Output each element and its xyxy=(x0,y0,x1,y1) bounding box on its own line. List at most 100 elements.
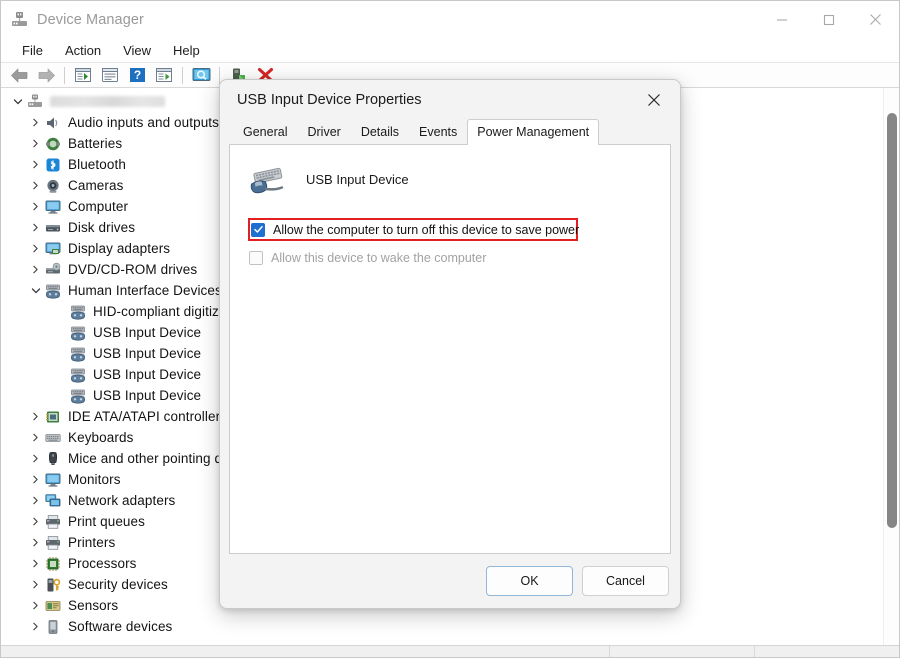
security-device-icon xyxy=(44,577,61,593)
hid-icon xyxy=(69,325,86,341)
menu-item-view[interactable]: View xyxy=(112,41,162,60)
window-title-bar: Device Manager xyxy=(1,1,899,38)
chevron-right-icon[interactable] xyxy=(27,118,44,127)
processor-icon xyxy=(44,556,61,572)
status-bar-main-pane xyxy=(1,646,609,657)
computer-node-icon xyxy=(26,94,43,110)
ide-controller-icon xyxy=(44,409,61,425)
battery-icon xyxy=(44,136,61,152)
device-name-label: USB Input Device xyxy=(306,171,409,187)
chevron-right-icon[interactable] xyxy=(27,244,44,253)
tree-item-label: USB Input Device xyxy=(93,325,202,340)
power-management-tab-panel: USB Input Device Allow the computer to t… xyxy=(229,144,671,554)
tab-details[interactable]: Details xyxy=(351,120,409,144)
close-button[interactable] xyxy=(852,1,899,38)
monitor-icon xyxy=(44,472,61,488)
tab-driver[interactable]: Driver xyxy=(297,120,350,144)
menu-bar: File Action View Help xyxy=(1,38,899,63)
chevron-right-icon[interactable] xyxy=(27,160,44,169)
tree-item-label: Bluetooth xyxy=(68,157,126,172)
chevron-right-icon[interactable] xyxy=(27,517,44,526)
minimize-button[interactable] xyxy=(758,1,805,38)
tree-item-label: Audio inputs and outputs xyxy=(68,115,220,130)
chevron-right-icon[interactable] xyxy=(27,181,44,190)
chevron-down-icon[interactable] xyxy=(27,286,44,296)
allow-wake-computer-checkbox xyxy=(249,251,263,265)
chevron-right-icon[interactable] xyxy=(27,223,44,232)
usb-input-device-icon xyxy=(250,167,284,194)
hid-icon xyxy=(69,346,86,362)
hid-icon xyxy=(69,367,86,383)
window-title: Device Manager xyxy=(37,11,144,28)
tree-item-software-devices[interactable]: Software devices xyxy=(1,616,883,637)
chevron-right-icon[interactable] xyxy=(27,496,44,505)
optical-drive-icon xyxy=(44,262,61,278)
chevron-right-icon[interactable] xyxy=(27,454,44,463)
status-bar-pane-3 xyxy=(754,646,899,657)
chevron-right-icon[interactable] xyxy=(27,580,44,589)
chevron-right-icon[interactable] xyxy=(27,412,44,421)
tree-item-label: Sensors xyxy=(68,598,119,613)
chevron-right-icon[interactable] xyxy=(27,559,44,568)
allow-turn-off-device-checkbox[interactable] xyxy=(251,222,265,237)
allow-wake-computer-checkbox-row: Allow this device to wake the computer xyxy=(239,247,670,269)
menu-item-action[interactable]: Action xyxy=(54,41,112,60)
printer-icon xyxy=(44,514,61,530)
keyboard-icon xyxy=(44,430,61,446)
camera-icon xyxy=(44,178,61,194)
chevron-down-icon[interactable] xyxy=(9,97,26,107)
ok-button[interactable]: OK xyxy=(486,566,573,596)
window-controls xyxy=(758,1,899,38)
update-driver-icon[interactable] xyxy=(151,64,177,87)
menu-item-file[interactable]: File xyxy=(11,41,54,60)
allow-turn-off-device-checkbox-row[interactable]: Allow the computer to turn off this devi… xyxy=(248,218,579,241)
tree-item-label: DVD/CD-ROM drives xyxy=(68,262,198,277)
dialog-tab-strip: General Driver Details Events Power Mana… xyxy=(220,119,680,145)
tree-item-label: Computer xyxy=(68,199,129,214)
chevron-right-icon[interactable] xyxy=(27,475,44,484)
menu-item-help[interactable]: Help xyxy=(162,41,211,60)
device-manager-icon xyxy=(12,12,27,26)
tree-item-label: IDE ATA/ATAPI controllers xyxy=(68,409,228,424)
chevron-right-icon[interactable] xyxy=(27,265,44,274)
properties-icon[interactable] xyxy=(97,64,123,87)
forward-arrow-icon[interactable] xyxy=(33,64,59,87)
tree-item-label: Security devices xyxy=(68,577,168,592)
device-manager-window: Device Manager File Action View Help ? A… xyxy=(0,0,900,658)
tree-root-label-redacted xyxy=(50,96,165,107)
tree-item-label: Network adapters xyxy=(68,493,176,508)
monitor-icon xyxy=(44,199,61,215)
maximize-button[interactable] xyxy=(805,1,852,38)
tree-item-label: Display adapters xyxy=(68,241,171,256)
scrollbar-thumb[interactable] xyxy=(887,113,897,528)
dialog-footer: OK Cancel xyxy=(220,554,680,608)
show-hidden-devices-icon[interactable] xyxy=(70,64,96,87)
back-arrow-icon[interactable] xyxy=(6,64,32,87)
tree-item-label: Printers xyxy=(68,535,116,550)
chevron-right-icon[interactable] xyxy=(27,433,44,442)
tree-item-label: Batteries xyxy=(68,136,123,151)
dialog-close-button[interactable] xyxy=(634,85,674,115)
tree-item-label: Cameras xyxy=(68,178,124,193)
dialog-title-bar: USB Input Device Properties xyxy=(220,80,680,119)
toolbar-separator xyxy=(182,66,183,84)
tree-vertical-scrollbar[interactable] xyxy=(883,88,899,645)
tab-events[interactable]: Events xyxy=(409,120,467,144)
speaker-icon xyxy=(44,115,61,131)
chevron-right-icon[interactable] xyxy=(27,538,44,547)
tree-item-label: Print queues xyxy=(68,514,145,529)
chevron-right-icon[interactable] xyxy=(27,601,44,610)
chevron-right-icon[interactable] xyxy=(27,139,44,148)
scan-hardware-changes-icon[interactable] xyxy=(188,64,214,87)
chevron-right-icon[interactable] xyxy=(27,622,44,631)
tree-item-label: Keyboards xyxy=(68,430,134,445)
tab-general[interactable]: General xyxy=(233,120,297,144)
dialog-title: USB Input Device Properties xyxy=(237,91,422,108)
help-icon[interactable]: ? xyxy=(124,64,150,87)
chevron-right-icon[interactable] xyxy=(27,202,44,211)
status-bar-pane-2 xyxy=(609,646,754,657)
cancel-button[interactable]: Cancel xyxy=(582,566,669,596)
tree-item-label: Software devices xyxy=(68,619,173,634)
tab-power-management[interactable]: Power Management xyxy=(467,119,600,145)
tree-item-label: USB Input Device xyxy=(93,346,202,361)
